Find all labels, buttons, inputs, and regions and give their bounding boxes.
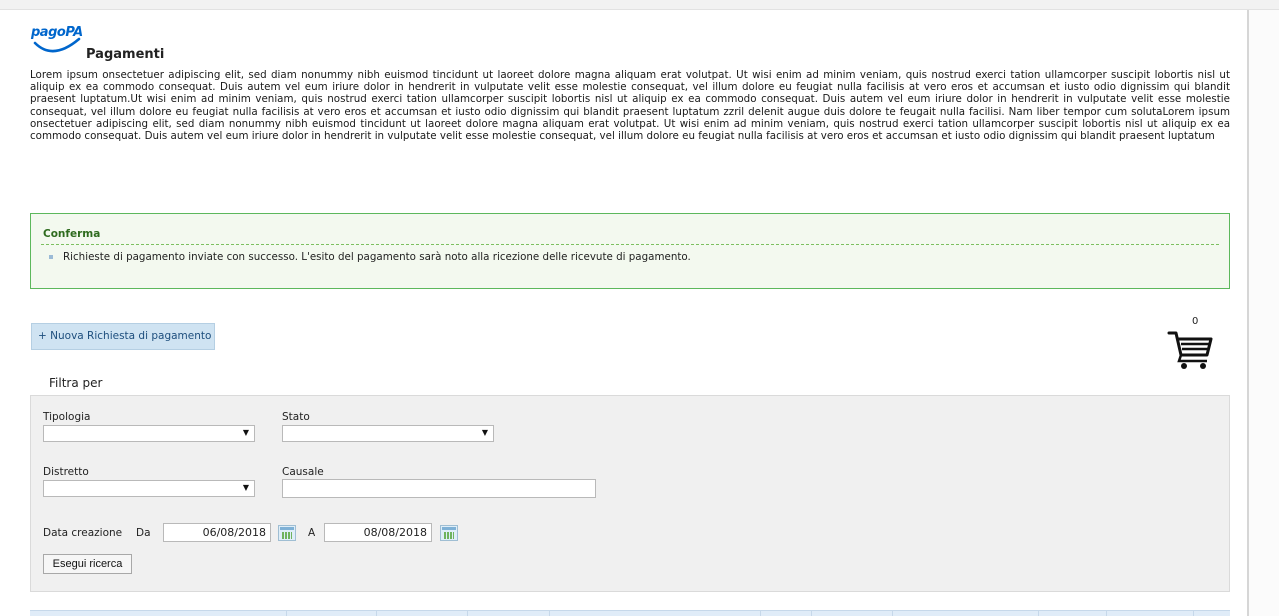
table-column-divider (1106, 611, 1107, 616)
table-column-divider (376, 611, 377, 616)
causale-label: Causale (282, 466, 324, 478)
confirm-title: Conferma (43, 228, 101, 240)
chevron-down-icon: ▼ (242, 428, 249, 437)
table-column-divider (467, 611, 468, 616)
new-payment-request-button[interactable]: + Nuova Richiesta di pagamento (31, 323, 215, 350)
calendar-icon[interactable] (440, 525, 458, 541)
chevron-down-icon: ▼ (481, 428, 488, 437)
results-table-header (30, 610, 1230, 616)
top-bar (0, 0, 1279, 10)
pagopa-logo: pagoPA (31, 25, 83, 59)
confirm-message: Richieste di pagamento inviate con succe… (49, 251, 691, 263)
table-column-divider (811, 611, 812, 616)
table-column-divider (1038, 611, 1039, 616)
cart-count-badge: 0 (1192, 316, 1199, 327)
distretto-label: Distretto (43, 466, 89, 478)
table-column-divider (760, 611, 761, 616)
date-from-input[interactable] (163, 523, 271, 542)
confirm-message-text: Richieste di pagamento inviate con succe… (63, 251, 691, 263)
search-button[interactable]: Esegui ricerca (43, 554, 132, 574)
table-column-divider (286, 611, 287, 616)
filter-panel: Tipologia ▼ Stato ▼ Distretto ▼ Causale … (30, 395, 1230, 592)
table-column-divider (549, 611, 550, 616)
date-from-label: Da (136, 527, 151, 539)
logo-arc-icon (33, 37, 81, 53)
tipologia-select[interactable]: ▼ (43, 425, 255, 442)
stato-select[interactable]: ▼ (282, 425, 494, 442)
intro-text: Lorem ipsum onsectetuer adipiscing elit,… (30, 69, 1230, 143)
shopping-cart-icon[interactable] (1167, 329, 1215, 371)
calendar-icon[interactable] (278, 525, 296, 541)
right-gutter (1249, 10, 1279, 616)
page-title: Pagamenti (86, 47, 165, 62)
causale-input[interactable] (282, 479, 596, 498)
data-creazione-label: Data creazione (43, 527, 123, 539)
tipologia-label: Tipologia (43, 411, 91, 423)
bullet-icon (49, 255, 53, 259)
table-column-divider (1193, 611, 1194, 616)
confirm-message-box: Conferma Richieste di pagamento inviate … (30, 213, 1230, 289)
chevron-down-icon: ▼ (242, 483, 249, 492)
date-to-label: A (308, 527, 316, 539)
stato-label: Stato (282, 411, 310, 423)
distretto-select[interactable]: ▼ (43, 480, 255, 497)
filter-title: Filtra per (49, 376, 103, 390)
table-column-divider (892, 611, 893, 616)
confirm-divider (41, 244, 1219, 245)
date-to-input[interactable] (324, 523, 432, 542)
